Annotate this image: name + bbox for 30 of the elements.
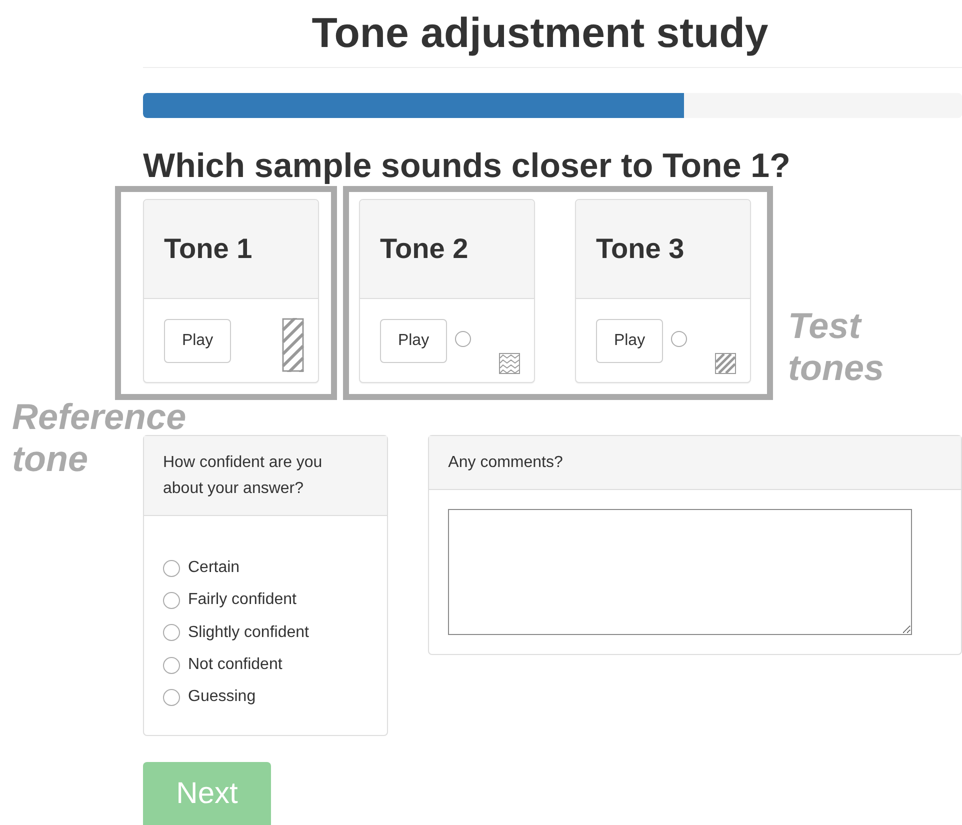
radio-button[interactable] [163, 624, 180, 642]
annotation-label: Test [788, 305, 861, 347]
option-label: Fairly confident [188, 591, 296, 610]
radio-button[interactable] [163, 688, 180, 706]
option-label: Guessing [188, 688, 256, 706]
panel-heading: How confident are you about your answer? [144, 436, 388, 516]
tone-title: Tone 1 [164, 233, 252, 265]
comment-field[interactable] [448, 509, 912, 635]
annotation-label: tones [788, 347, 884, 389]
play-button[interactable]: Play [164, 318, 231, 362]
radio-button[interactable] [163, 560, 180, 577]
radio-button[interactable] [455, 330, 471, 346]
radio-button[interactable] [163, 592, 180, 609]
option-label: Not confident [188, 656, 282, 674]
panel-heading: Any comments? [429, 436, 961, 490]
play-button[interactable]: Play [380, 318, 447, 362]
play-button[interactable]: Play [596, 318, 663, 362]
page-title: Tone adjustment study [310, 8, 770, 58]
option-label: Slightly confident [188, 624, 309, 642]
annotation-label: Reference [12, 396, 186, 438]
annotation-label: tone [12, 438, 88, 480]
radio-button[interactable] [671, 330, 687, 346]
tone-title: Tone 3 [596, 233, 684, 265]
radio-button[interactable] [163, 656, 180, 674]
option-label: Certain [188, 559, 240, 578]
wavy-square-icon [499, 353, 520, 374]
question-heading: Which sample sounds closer to Tone 1? [143, 146, 790, 186]
tone-title: Tone 2 [380, 233, 468, 265]
striped-bar-icon [282, 318, 304, 372]
striped-square-icon [715, 353, 736, 374]
